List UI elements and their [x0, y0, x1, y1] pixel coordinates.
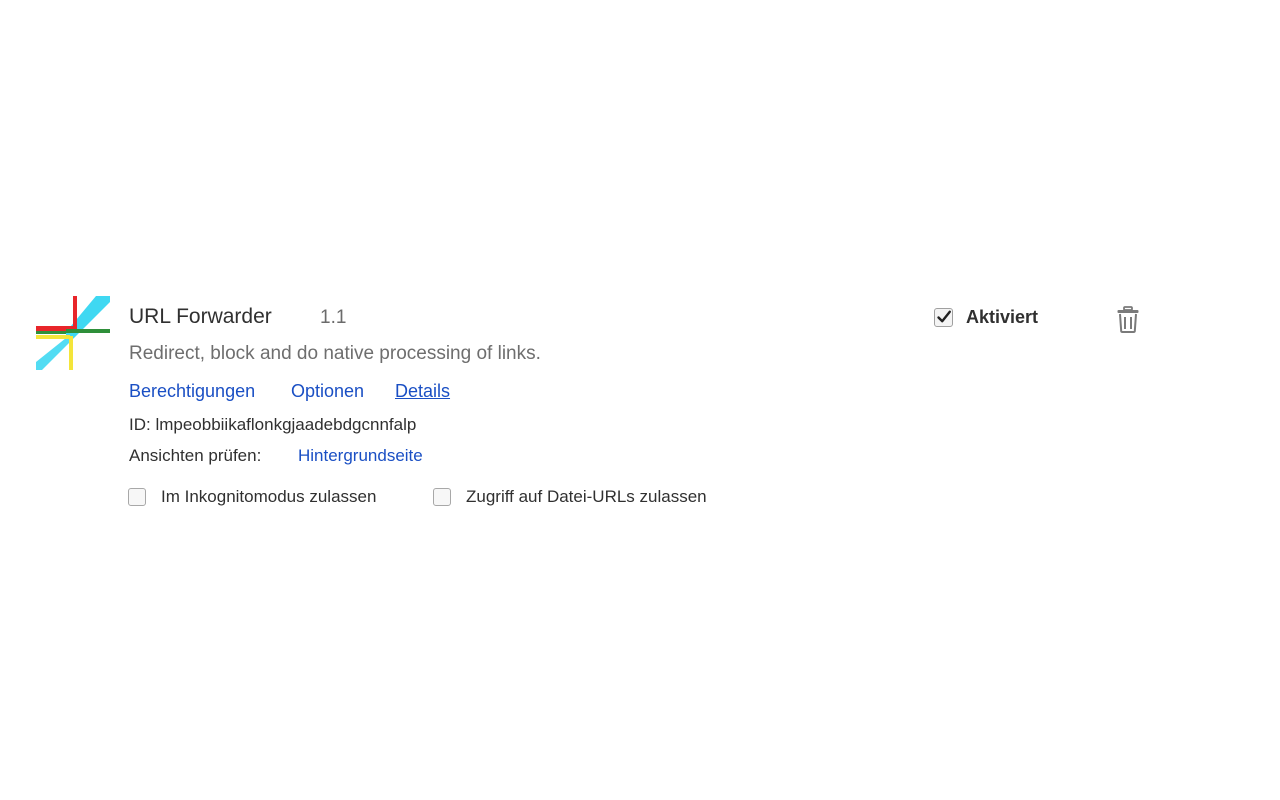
- checkmark-icon: [937, 310, 951, 323]
- options-link[interactable]: Optionen: [291, 381, 364, 402]
- extension-name: URL Forwarder: [129, 305, 272, 328]
- trash-icon: [1117, 306, 1139, 333]
- inspect-views-label: Ansichten prüfen:: [129, 446, 262, 465]
- extension-version: 1.1: [320, 307, 347, 328]
- extension-id: ID: lmpeobbiikaflonkgjaadebdgcnnfalp: [129, 415, 417, 434]
- enabled-label[interactable]: Aktiviert: [966, 307, 1038, 328]
- incognito-checkbox[interactable]: [128, 488, 146, 506]
- enabled-checkbox[interactable]: [934, 308, 953, 327]
- extension-card: URL Forwarder 1.1 Redirect, block and do…: [0, 0, 1280, 800]
- extension-description: Redirect, block and do native processing…: [129, 343, 541, 364]
- background-page-link[interactable]: Hintergrundseite: [298, 446, 423, 466]
- file-urls-checkbox[interactable]: [433, 488, 451, 506]
- permissions-link[interactable]: Berechtigungen: [129, 381, 255, 402]
- remove-extension-button[interactable]: [1116, 306, 1140, 333]
- details-link[interactable]: Details: [395, 381, 450, 402]
- incognito-checkbox-label[interactable]: Im Inkognitomodus zulassen: [161, 487, 376, 507]
- inspect-views: Ansichten prüfen: Hintergrundseite: [129, 446, 423, 466]
- extension-logo-icon: [36, 296, 110, 370]
- file-urls-checkbox-label[interactable]: Zugriff auf Datei-URLs zulassen: [466, 487, 707, 507]
